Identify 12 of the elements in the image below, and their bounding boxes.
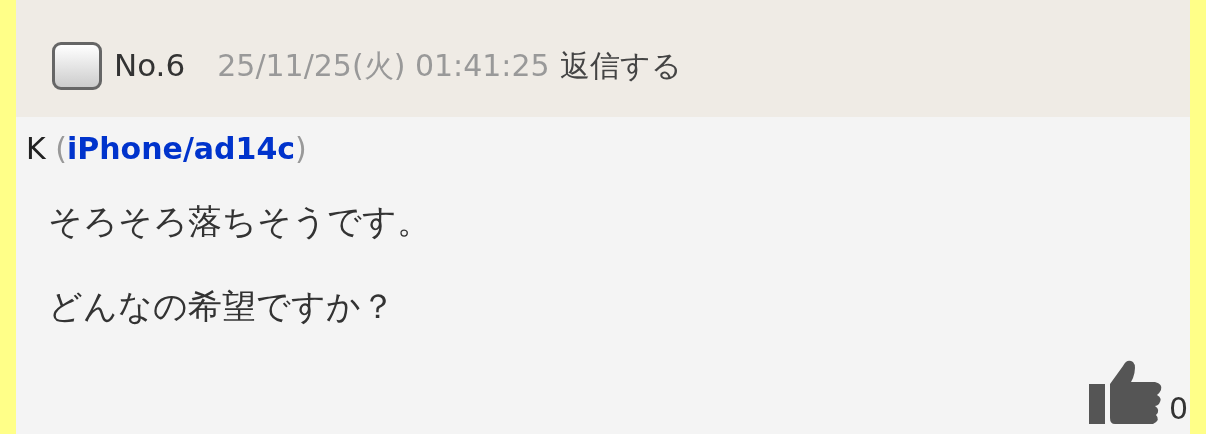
like-count: 0 xyxy=(1168,394,1188,424)
message-line: どんなの希望ですか？ xyxy=(48,286,395,326)
checkbox[interactable] xyxy=(52,41,102,90)
author-name: K xyxy=(26,131,46,166)
thumbs-up-icon[interactable] xyxy=(1088,358,1163,424)
reply-link[interactable]: 返信する xyxy=(559,43,682,88)
message-line: そろそろ落ちそうです。 xyxy=(48,201,431,241)
poster-id: iPhone/ad14c xyxy=(66,131,296,166)
paren: ) xyxy=(295,131,307,166)
paren: ( xyxy=(55,131,67,166)
post-date: 25/11/25(火) 01:41:25 xyxy=(217,47,550,85)
post-number: No.6 xyxy=(114,46,186,86)
